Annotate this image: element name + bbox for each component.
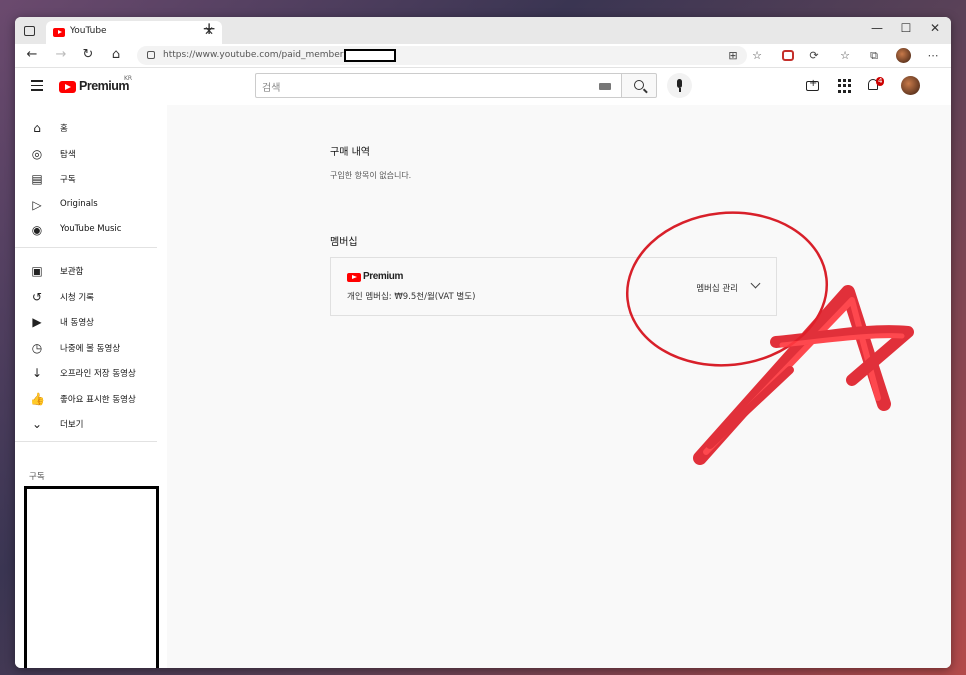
- favorites-icon[interactable]: ☆: [838, 49, 852, 62]
- back-icon[interactable]: ←: [23, 47, 41, 62]
- forward-icon[interactable]: →: [52, 47, 70, 62]
- redaction-box: [24, 486, 159, 668]
- membership-heading: 멤버십: [330, 237, 358, 248]
- sidebar-item-subscriptions[interactable]: ▤ 구독: [15, 167, 167, 191]
- notification-badge: 4: [876, 77, 885, 86]
- sidebar: ⌂ 홈 ◎ 탐색 ▤ 구독 ▷ Originals ◉ YouTube Musi…: [15, 105, 167, 668]
- purchase-empty-text: 구입한 항목이 없습니다.: [330, 171, 412, 180]
- sidebar-item-watch-later[interactable]: ◷ 나중에 볼 동영상: [15, 336, 167, 360]
- purchase-history-heading: 구매 내역: [330, 147, 370, 158]
- youtube-logo-icon: [347, 273, 361, 282]
- close-window-button[interactable]: ✕: [921, 21, 949, 35]
- youtube-music-icon: ◉: [31, 223, 43, 237]
- history-icon: ↺: [31, 290, 43, 304]
- search-icon: [634, 80, 644, 90]
- sidebar-item-liked[interactable]: 👍 좋아요 표시한 동영상: [15, 387, 167, 411]
- minimize-button[interactable]: —: [863, 21, 891, 35]
- library-icon: ▣: [31, 264, 43, 278]
- url-field[interactable]: https://www.youtube.com/paid_memberships: [137, 46, 747, 65]
- apps-grid-icon[interactable]: [838, 79, 854, 93]
- membership-description: 개인 멤버십: ₩9.5천/월(VAT 별도): [347, 292, 476, 302]
- tab-strip: YouTube ✕ + — ☐ ✕: [15, 17, 951, 44]
- collections-icon[interactable]: ⧉: [867, 49, 881, 63]
- maximize-button[interactable]: ☐: [892, 21, 920, 35]
- manage-membership-button[interactable]: 멤버십 관리: [696, 282, 738, 294]
- redaction-box: [344, 49, 396, 62]
- sidebar-item-youtube-music[interactable]: ◉ YouTube Music: [15, 218, 167, 242]
- home-icon: ⌂: [33, 121, 41, 135]
- refresh-icon[interactable]: ↻: [79, 47, 97, 62]
- favorite-add-icon[interactable]: ☆: [750, 49, 764, 62]
- tab-actions-icon[interactable]: [24, 26, 35, 36]
- create-video-icon[interactable]: [806, 78, 819, 91]
- originals-icon: ▷: [32, 198, 42, 212]
- extensions-puzzle-icon[interactable]: ⟳: [807, 49, 821, 62]
- app-available-icon[interactable]: ⊞: [726, 49, 740, 62]
- keyboard-icon[interactable]: [599, 83, 611, 90]
- sidebar-item-originals[interactable]: ▷ Originals: [15, 193, 167, 217]
- account-avatar[interactable]: [901, 76, 920, 95]
- watch-later-icon: ◷: [31, 341, 43, 355]
- country-code: KR: [124, 75, 133, 82]
- search-button[interactable]: [621, 73, 657, 98]
- more-menu-icon[interactable]: ⋯: [926, 49, 940, 62]
- home-browser-icon[interactable]: ⌂: [107, 47, 125, 62]
- membership-card: Premium 개인 멤버십: ₩9.5천/월(VAT 별도) 멤버십 관리: [330, 257, 777, 316]
- sidebar-item-explore[interactable]: ◎ 탐색: [15, 142, 167, 166]
- youtube-header: Premium KR 검색 4: [15, 68, 951, 105]
- url-text: https://www.youtube.com/paid_memberships: [163, 50, 367, 60]
- voice-search-icon[interactable]: [667, 73, 692, 98]
- search-placeholder: 검색: [262, 83, 281, 94]
- extension-icon[interactable]: [782, 50, 794, 61]
- sidebar-item-downloads[interactable]: ↓ 오프라인 저장 동영상: [15, 361, 167, 385]
- tab-title: YouTube: [70, 26, 107, 36]
- browser-window: YouTube ✕ + — ☐ ✕ ← → ↻ ⌂ https://www.yo…: [15, 17, 951, 668]
- main-content: 구매 내역 구입한 항목이 없습니다. 멤버십 Premium 개인 멤버십: …: [167, 105, 951, 668]
- sidebar-item-home[interactable]: ⌂ 홈: [15, 116, 167, 140]
- subscriptions-icon: ▤: [31, 172, 43, 186]
- address-bar-row: ← → ↻ ⌂ https://www.youtube.com/paid_mem…: [15, 44, 951, 68]
- chevron-down-icon[interactable]: [750, 278, 761, 289]
- hamburger-menu-icon[interactable]: [31, 80, 43, 94]
- subscriptions-heading: 구독: [29, 472, 45, 482]
- download-icon: ↓: [31, 366, 43, 380]
- youtube-logo-icon: [59, 81, 76, 93]
- sidebar-item-my-videos[interactable]: ▶ 내 동영상: [15, 310, 167, 334]
- browser-tab[interactable]: YouTube ✕: [46, 21, 222, 44]
- youtube-favicon-icon: [53, 28, 65, 37]
- sidebar-item-library[interactable]: ▣ 보관함: [15, 259, 167, 283]
- lock-icon: [147, 51, 155, 59]
- sidebar-item-show-more[interactable]: ⌄ 더보기: [15, 412, 167, 436]
- new-tab-button[interactable]: +: [202, 19, 216, 39]
- sidebar-item-history[interactable]: ↺ 시청 기록: [15, 285, 167, 309]
- explore-icon: ◎: [31, 147, 43, 161]
- chevron-down-icon: ⌄: [31, 417, 43, 431]
- sidebar-divider: [15, 441, 157, 442]
- search-input[interactable]: 검색: [255, 73, 622, 98]
- liked-icon: 👍: [30, 392, 45, 406]
- sidebar-divider: [15, 247, 157, 248]
- my-videos-icon: ▶: [32, 315, 42, 329]
- profile-avatar-icon[interactable]: [896, 48, 911, 63]
